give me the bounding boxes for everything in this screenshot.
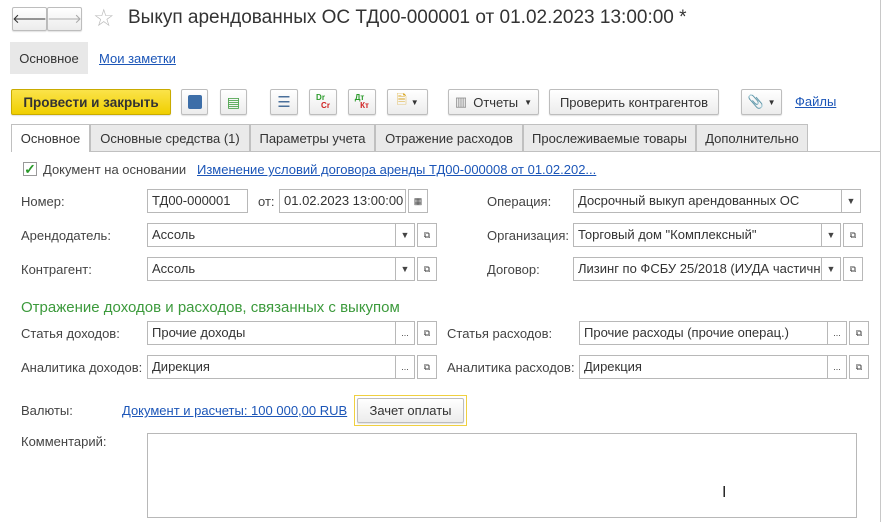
income-analytics-label: Аналитика доходов: [21, 360, 143, 375]
expense-analytics-open-button[interactable]: ⧉ [849, 355, 869, 379]
form-tab-main[interactable]: Основное [10, 42, 88, 74]
organization-label: Организация: [487, 228, 570, 243]
operation-label: Операция: [487, 194, 552, 209]
organization-input[interactable]: Торговый дом "Комплексный" [573, 223, 822, 247]
check-contractors-button[interactable]: Проверить контрагентов [549, 89, 719, 115]
contract-input[interactable]: Лизинг по ФСБУ 25/2018 (ИУДА частичн [573, 257, 822, 281]
text-cursor-icon: I [722, 484, 727, 501]
post-button[interactable]: ▤ [220, 89, 247, 115]
document-clock-icon: 🗎 [396, 92, 407, 107]
kt-icon: Кт [360, 101, 369, 110]
contract-open-button[interactable]: ⧉ [843, 257, 863, 281]
list-icon: ☰ [277, 94, 291, 111]
tab-accounting-params[interactable]: Параметры учета [250, 124, 375, 151]
tab-fixed-assets[interactable]: Основные средства (1) [90, 124, 250, 151]
lessor-input[interactable]: Ассоль [147, 223, 396, 247]
form-tab-notes[interactable]: Мои заметки [99, 51, 176, 66]
attachment-button[interactable]: 📎 ▼ [741, 89, 782, 115]
number-input[interactable]: ТД00-000001 [147, 189, 248, 213]
operation-select[interactable]: Досрочный выкуп арендованных ОС [573, 189, 842, 213]
basis-label: Документ на основании [43, 162, 187, 177]
tab-additional[interactable]: Дополнительно [696, 124, 808, 151]
expense-item-select-button[interactable]: ... [827, 321, 847, 345]
save-icon [187, 95, 202, 109]
lessor-label: Арендодатель: [21, 228, 111, 243]
save-button[interactable] [181, 89, 208, 115]
tab-main[interactable]: Основное [11, 124, 90, 152]
date-label: от: [258, 194, 275, 209]
income-analytics-input[interactable]: Дирекция [147, 355, 396, 379]
tab-traceable-goods[interactable]: Прослеживаемые товары [523, 124, 696, 151]
expense-item-open-button[interactable]: ⧉ [849, 321, 869, 345]
currency-link[interactable]: Документ и расчеты: 100 000,00 RUB [122, 403, 347, 418]
post-document-icon: ▤ [226, 93, 241, 110]
counterparty-label: Контрагент: [21, 262, 92, 277]
income-item-open-button[interactable]: ⧉ [417, 321, 437, 345]
chevron-down-icon: ▼ [410, 97, 419, 107]
organization-open-button[interactable]: ⧉ [843, 223, 863, 247]
expense-analytics-input[interactable]: Дирекция [579, 355, 828, 379]
tab-expenses[interactable]: Отражение расходов [375, 124, 523, 151]
expense-analytics-label: Аналитика расходов: [447, 360, 575, 375]
window-title: Выкуп арендованных ОС ТД00-000001 от 01.… [128, 7, 687, 28]
calendar-button[interactable]: ▦ [408, 189, 428, 213]
post-and-close-button[interactable]: Провести и закрыть [11, 89, 171, 115]
expense-item-input[interactable]: Прочие расходы (прочие операц.) [579, 321, 828, 345]
create-based-on-button[interactable]: 🗎 ▼ [387, 89, 428, 115]
number-label: Номер: [21, 194, 65, 209]
dt-kt-button[interactable]: Дт Кт [348, 89, 376, 115]
dr-cr-button[interactable]: Dr Cr [309, 89, 337, 115]
cr-icon: Cr [321, 101, 330, 110]
lessor-open-button[interactable]: ⧉ [417, 223, 437, 247]
operation-dropdown-button[interactable]: ▼ [841, 189, 861, 213]
expense-item-label: Статья расходов: [447, 326, 553, 341]
back-button[interactable]: 🡐 [12, 7, 47, 31]
chevron-down-icon: ▼ [767, 97, 776, 107]
section-title: Отражение доходов и расходов, связанных … [21, 299, 400, 316]
comment-label: Комментарий: [21, 434, 107, 449]
expense-analytics-select-button[interactable]: ... [827, 355, 847, 379]
files-link[interactable]: Файлы [795, 94, 836, 109]
window-right-border [880, 0, 881, 522]
chevron-down-icon: ▼ [524, 97, 533, 107]
payment-offset-button[interactable]: Зачет оплаты [357, 398, 464, 423]
reports-label: Отчеты [473, 94, 519, 110]
contract-label: Договор: [487, 262, 540, 277]
counterparty-open-button[interactable]: ⧉ [417, 257, 437, 281]
counterparty-dropdown-button[interactable]: ▼ [395, 257, 415, 281]
income-item-select-button[interactable]: ... [395, 321, 415, 345]
forward-button[interactable]: 🡒 [47, 7, 82, 31]
register-records-button[interactable]: ☰ [270, 89, 298, 115]
income-item-input[interactable]: Прочие доходы [147, 321, 396, 345]
reports-button[interactable]: ▥ Отчеты ▼ [448, 89, 539, 115]
contract-dropdown-button[interactable]: ▼ [821, 257, 841, 281]
comment-textarea[interactable] [147, 433, 857, 518]
date-input[interactable]: 01.02.2023 13:00:00 [279, 189, 406, 213]
counterparty-input[interactable]: Ассоль [147, 257, 396, 281]
tabs-baseline [11, 151, 880, 152]
lessor-dropdown-button[interactable]: ▼ [395, 223, 415, 247]
income-item-label: Статья доходов: [21, 326, 120, 341]
income-analytics-open-button[interactable]: ⧉ [417, 355, 437, 379]
organization-dropdown-button[interactable]: ▼ [821, 223, 841, 247]
report-icon: ▥ [454, 94, 468, 109]
currency-label: Валюты: [21, 403, 73, 418]
favorite-star-icon[interactable]: ☆ [93, 4, 115, 33]
paperclip-icon: 📎 [747, 94, 764, 109]
basis-document-link[interactable]: Изменение условий договора аренды ТД00-0… [197, 162, 596, 177]
income-analytics-select-button[interactable]: ... [395, 355, 415, 379]
basis-checkbox[interactable]: ✓ [23, 162, 37, 176]
